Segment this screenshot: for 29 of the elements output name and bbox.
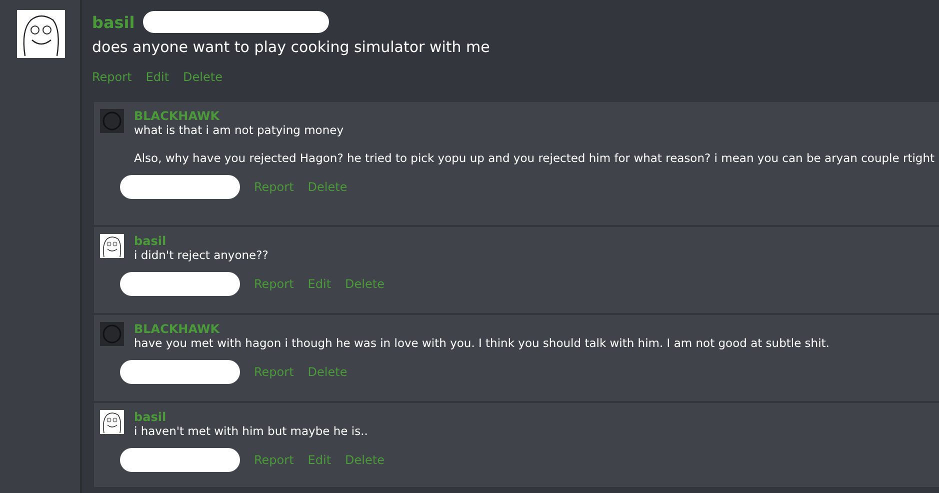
action-link[interactable]: Delete [345,453,384,467]
reply-text: Also, why have you rejected Hagon? he tried to pick yopu up and you rejected him for what reason? i mean you can be aryan couple rtight [134,151,934,165]
cartoon-face-avatar-icon [100,234,124,258]
author-name[interactable]: BLACKHAWK [134,322,830,336]
author-name[interactable]: basil [134,410,384,424]
post-message: does anyone want to play cooking simulator with me [92,38,490,56]
action-link[interactable]: Edit [308,453,332,467]
action-link[interactable]: Delete [345,277,384,291]
action-link[interactable]: Report [254,277,294,291]
author-name[interactable]: basil [92,12,135,32]
action-link[interactable]: Report [254,453,294,467]
cartoon-face-avatar-icon [16,10,66,58]
reply-text: have you met with hagon i though he was in love with you. I think you should talk with him. I am not good at subtle shit. [134,336,830,350]
action-link[interactable]: Edit [308,277,332,291]
action-link[interactable]: Delete [183,70,222,84]
reply-text: i didn't reject anyone?? [134,248,270,262]
action-link[interactable]: Delete [308,180,348,194]
author-name[interactable]: BLACKHAWK [134,109,934,123]
circle-avatar-icon [100,109,124,133]
action-link[interactable]: Report [92,70,132,84]
reply-text: i haven't met with him but maybe he is.. [134,424,369,438]
action-link[interactable]: Edit [146,70,170,84]
action-link[interactable]: Report [254,180,294,194]
cartoon-face-avatar-icon [100,410,124,434]
action-link[interactable]: Report [254,365,294,379]
author-name[interactable]: basil [134,234,384,248]
action-link[interactable]: Delete [308,365,348,379]
circle-avatar-icon [100,322,124,346]
reply-text: what is that i am not patying money [134,123,345,137]
